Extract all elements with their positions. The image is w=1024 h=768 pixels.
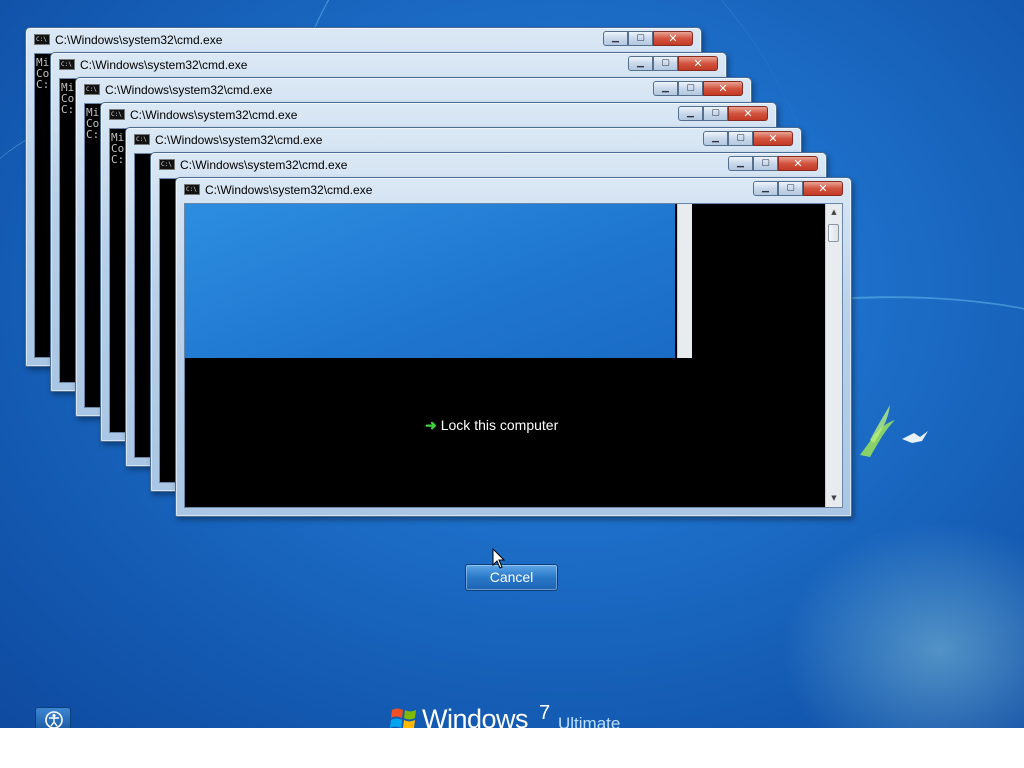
bird-decoration-icon [850, 395, 940, 479]
cmd-icon: C:\ [34, 34, 50, 45]
maximize-button[interactable]: ▢ [703, 106, 728, 121]
scroll-up-arrow-icon[interactable]: ▲ [826, 204, 842, 221]
window-titlebar[interactable]: C:\ C:\Windows\system32\cmd.exe ▁ ▢ ✕ [176, 178, 851, 202]
transparent-glitch-region [185, 204, 675, 358]
maximize-button[interactable]: ▢ [653, 56, 678, 71]
minimize-button[interactable]: ▁ [703, 131, 728, 146]
window-controls: ▁ ▢ ✕ [703, 131, 793, 148]
minimize-button[interactable]: ▁ [728, 156, 753, 171]
window-title: C:\Windows\system32\cmd.exe [130, 108, 298, 122]
lock-computer-label: Lock this computer [440, 417, 559, 433]
window-titlebar[interactable]: C:\ C:\Windows\system32\cmd.exe ▁ ▢ ✕ [51, 53, 726, 77]
console-line: C: [86, 128, 100, 141]
console-output: Mi Co C: [111, 132, 124, 165]
close-button[interactable]: ✕ [728, 106, 768, 121]
background-glow [780, 520, 1024, 728]
cancel-button[interactable]: Cancel [465, 564, 558, 591]
lock-computer-link[interactable]: ➜ Lock this computer [425, 417, 558, 434]
window-titlebar[interactable]: C:\ C:\Windows\system32\cmd.exe ▁ ▢ ✕ [101, 103, 776, 127]
minimize-button[interactable]: ▁ [628, 56, 653, 71]
scroll-down-arrow-icon[interactable]: ▼ [826, 490, 842, 507]
windows-flag-icon [390, 708, 416, 728]
close-button[interactable]: ✕ [803, 181, 843, 196]
window-titlebar[interactable]: C:\ C:\Windows\system32\cmd.exe ▁ ▢ ✕ [26, 28, 701, 52]
console-area[interactable]: ▲ ▼ [184, 203, 843, 508]
product-edition: Ultimate [558, 714, 621, 728]
ease-of-access-button[interactable] [35, 707, 71, 728]
window-controls: ▁ ▢ ✕ [678, 106, 768, 123]
close-button[interactable]: ✕ [703, 81, 743, 96]
minimize-button[interactable]: ▁ [753, 181, 778, 196]
window-controls: ▁ ▢ ✕ [603, 31, 693, 48]
close-button[interactable]: ✕ [653, 31, 693, 46]
ghost-scrollbar [677, 204, 692, 358]
console-line: C: [111, 153, 125, 166]
cmd-icon: C:\ [159, 159, 175, 170]
window-title: C:\Windows\system32\cmd.exe [55, 33, 223, 47]
minimize-button[interactable]: ▁ [653, 81, 678, 96]
minimize-button[interactable]: ▁ [603, 31, 628, 46]
window-controls: ▁ ▢ ✕ [728, 156, 818, 173]
scroll-thumb[interactable] [828, 224, 839, 242]
console-line: C: [61, 103, 75, 116]
maximize-button[interactable]: ▢ [628, 31, 653, 46]
window-title: C:\Windows\system32\cmd.exe [205, 183, 373, 197]
window-titlebar[interactable]: C:\ C:\Windows\system32\cmd.exe ▁ ▢ ✕ [76, 78, 751, 102]
mouse-cursor-icon [492, 547, 506, 574]
console-line: C: [36, 78, 50, 91]
cmd-window-active[interactable]: C:\ C:\Windows\system32\cmd.exe ▁ ▢ ✕ ▲ … [175, 177, 852, 517]
vertical-scrollbar[interactable]: ▲ ▼ [825, 204, 842, 507]
maximize-button[interactable]: ▢ [728, 131, 753, 146]
close-button[interactable]: ✕ [778, 156, 818, 171]
close-button[interactable]: ✕ [678, 56, 718, 71]
maximize-button[interactable]: ▢ [678, 81, 703, 96]
cmd-icon: C:\ [59, 59, 75, 70]
window-controls: ▁ ▢ ✕ [653, 81, 743, 98]
cmd-icon: C:\ [184, 184, 200, 195]
green-arrow-icon: ➜ [425, 417, 437, 433]
cmd-icon: C:\ [84, 84, 100, 95]
window-titlebar[interactable]: C:\ C:\Windows\system32\cmd.exe ▁ ▢ ✕ [151, 153, 826, 177]
product-version: 7 [539, 702, 551, 724]
console-output: Mi Co C: [61, 82, 74, 115]
maximize-button[interactable]: ▢ [753, 156, 778, 171]
secure-desktop-screen: C:\ C:\Windows\system32\cmd.exe ▁ ▢ ✕ Mi… [0, 0, 1024, 728]
console-output: Mi Co C: [36, 57, 49, 90]
window-title: C:\Windows\system32\cmd.exe [80, 58, 248, 72]
window-controls: ▁ ▢ ✕ [628, 56, 718, 73]
minimize-button[interactable]: ▁ [678, 106, 703, 121]
cmd-icon: C:\ [109, 109, 125, 120]
product-name: Windows [422, 704, 529, 728]
window-title: C:\Windows\system32\cmd.exe [105, 83, 273, 97]
window-titlebar[interactable]: C:\ C:\Windows\system32\cmd.exe ▁ ▢ ✕ [126, 128, 801, 152]
window-title: C:\Windows\system32\cmd.exe [155, 133, 323, 147]
ease-of-access-icon [45, 711, 63, 728]
cmd-icon: C:\ [134, 134, 150, 145]
window-controls: ▁ ▢ ✕ [753, 181, 843, 198]
console-output: Mi Co C: [86, 107, 99, 140]
close-button[interactable]: ✕ [753, 131, 793, 146]
window-title: C:\Windows\system32\cmd.exe [180, 158, 348, 172]
maximize-button[interactable]: ▢ [778, 181, 803, 196]
